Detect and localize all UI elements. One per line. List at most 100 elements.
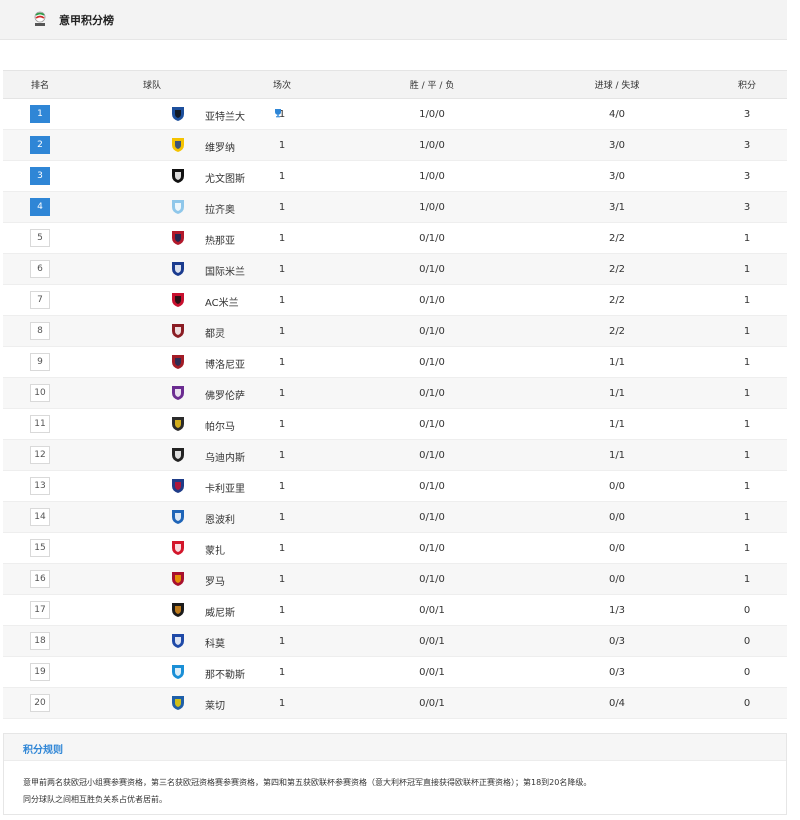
team-cell[interactable]: 拉齐奥 — [77, 191, 235, 223]
table-row[interactable]: 18 科莫 1 0/0/1 0/3 0 — [3, 625, 787, 657]
team-cell[interactable]: 那不勒斯 — [77, 656, 245, 688]
team-cell[interactable]: AC米兰 — [77, 284, 239, 316]
rank-cell: 8 — [3, 315, 77, 347]
team-cell[interactable]: 罗马 — [77, 563, 227, 595]
team-cell[interactable]: 维罗纳 — [77, 129, 235, 161]
team-name[interactable]: 恩波利 — [205, 511, 235, 526]
wdl-cell: 0/1/0 — [337, 284, 527, 316]
team-name[interactable]: 拉齐奥 — [205, 201, 235, 216]
table-row[interactable]: 5 热那亚 1 0/1/0 2/2 1 — [3, 222, 787, 254]
team-cell[interactable]: 莱切 — [77, 687, 227, 719]
team-name[interactable]: 维罗纳 — [205, 139, 235, 154]
wdl-cell: 1/0/0 — [337, 129, 527, 161]
points-cell: 0 — [707, 625, 787, 657]
team-name[interactable]: 尤文图斯 — [205, 170, 245, 185]
team-crest-icon — [172, 107, 184, 121]
table-row[interactable]: 6 国际米兰 1 0/1/0 2/2 1 — [3, 253, 787, 285]
wdl-cell: 0/1/0 — [337, 346, 527, 378]
col-header-wdl: 胜 / 平 / 负 — [337, 70, 527, 99]
points-cell: 1 — [707, 315, 787, 347]
table-row[interactable]: 12 乌迪内斯 1 0/1/0 1/1 1 — [3, 439, 787, 471]
table-row[interactable]: 20 莱切 1 0/0/1 0/4 0 — [3, 687, 787, 719]
col-header-goals: 进球 / 失球 — [527, 70, 707, 99]
table-row[interactable]: 10 佛罗伦萨 1 0/1/0 1/1 1 — [3, 377, 787, 409]
team-name[interactable]: 国际米兰 — [205, 263, 245, 278]
wdl-cell: 0/0/1 — [337, 656, 527, 688]
goals-cell: 3/1 — [527, 191, 707, 223]
rank-cell: 9 — [3, 346, 77, 378]
team-name[interactable]: 博洛尼亚 — [205, 356, 245, 371]
wdl-cell: 0/1/0 — [337, 222, 527, 254]
team-name[interactable]: 蒙扎 — [205, 542, 225, 557]
goals-cell: 0/4 — [527, 687, 707, 719]
team-cell[interactable]: 尤文图斯 — [77, 160, 245, 192]
team-name[interactable]: 乌迪内斯 — [205, 449, 245, 464]
goals-cell: 0/0 — [527, 563, 707, 595]
table-row[interactable]: 11 帕尔马 1 0/1/0 1/1 1 — [3, 408, 787, 440]
rank-badge: 6 — [30, 260, 50, 278]
team-name[interactable]: 帕尔马 — [205, 418, 235, 433]
wdl-cell: 1/0/0 — [337, 160, 527, 192]
team-cell[interactable]: 乌迪内斯 — [77, 439, 245, 471]
table-row[interactable]: 9 博洛尼亚 1 0/1/0 1/1 1 — [3, 346, 787, 378]
points-cell: 1 — [707, 439, 787, 471]
team-cell[interactable]: 博洛尼亚 — [77, 346, 245, 378]
team-name[interactable]: 亚特兰大 — [205, 108, 245, 123]
goals-cell: 3/0 — [527, 129, 707, 161]
table-row[interactable]: 4 拉齐奥 1 1/0/0 3/1 3 — [3, 191, 787, 223]
page-header: 意甲积分榜 — [0, 0, 787, 40]
team-cell[interactable]: 卡利亚里 — [77, 470, 245, 502]
rank-badge: 16 — [30, 570, 50, 588]
team-cell[interactable]: 国际米兰 — [77, 253, 245, 285]
team-name[interactable]: 威尼斯 — [205, 604, 235, 619]
team-cell[interactable]: 帕尔马 — [77, 408, 235, 440]
rank-badge: 14 — [30, 508, 50, 526]
wdl-cell: 0/1/0 — [337, 439, 527, 471]
rank-badge: 17 — [30, 601, 50, 619]
rank-cell: 7 — [3, 284, 77, 316]
rank-cell: 12 — [3, 439, 77, 471]
goals-cell: 0/0 — [527, 532, 707, 564]
goals-cell: 2/2 — [527, 315, 707, 347]
team-name[interactable]: 那不勒斯 — [205, 666, 245, 681]
team-name[interactable]: 卡利亚里 — [205, 480, 245, 495]
team-cell[interactable]: 佛罗伦萨 — [77, 377, 245, 409]
table-row[interactable]: 19 那不勒斯 1 0/0/1 0/3 0 — [3, 656, 787, 688]
team-cell[interactable]: 威尼斯 — [77, 594, 235, 626]
team-name[interactable]: 莱切 — [205, 697, 225, 712]
rank-cell: 20 — [3, 687, 77, 719]
table-row[interactable]: 8 都灵 1 0/1/0 2/2 1 — [3, 315, 787, 347]
rank-badge: 7 — [30, 291, 50, 309]
table-row[interactable]: 15 蒙扎 1 0/1/0 0/0 1 — [3, 532, 787, 564]
rank-badge: 12 — [30, 446, 50, 464]
wdl-cell: 0/0/1 — [337, 687, 527, 719]
table-row[interactable]: 7 AC米兰 1 0/1/0 2/2 1 — [3, 284, 787, 316]
team-name[interactable]: 佛罗伦萨 — [205, 387, 245, 402]
team-crest-icon — [172, 510, 184, 524]
team-name[interactable]: 热那亚 — [205, 232, 235, 247]
table-row[interactable]: 14 恩波利 1 0/1/0 0/0 1 — [3, 501, 787, 533]
table-row[interactable]: 2 维罗纳 1 1/0/0 3/0 3 — [3, 129, 787, 161]
trophy-icon — [275, 109, 281, 118]
rules-line-2: 同分球队之间相互胜负关系占优者居前。 — [23, 795, 167, 804]
team-name[interactable]: 罗马 — [205, 573, 225, 588]
points-cell: 1 — [707, 253, 787, 285]
table-row[interactable]: 16 罗马 1 0/1/0 0/0 1 — [3, 563, 787, 595]
team-crest-icon — [172, 200, 184, 214]
table-row[interactable]: 3 尤文图斯 1 1/0/0 3/0 3 — [3, 160, 787, 192]
team-cell[interactable]: 恩波利 — [77, 501, 235, 533]
points-cell: 3 — [707, 98, 787, 130]
team-cell[interactable]: 热那亚 — [77, 222, 235, 254]
team-cell[interactable]: 亚特兰大 — [77, 98, 281, 130]
table-row[interactable]: 17 威尼斯 1 0/0/1 1/3 0 — [3, 594, 787, 626]
team-crest-icon — [172, 572, 184, 586]
table-row[interactable]: 13 卡利亚里 1 0/1/0 0/0 1 — [3, 470, 787, 502]
team-name[interactable]: AC米兰 — [205, 294, 239, 309]
table-row[interactable]: 1 亚特兰大 1 1/0/0 4/0 3 — [3, 98, 787, 130]
rules-title: 积分规则 — [23, 745, 63, 756]
team-cell[interactable]: 都灵 — [77, 315, 227, 347]
team-cell[interactable]: 科莫 — [77, 625, 227, 657]
team-cell[interactable]: 蒙扎 — [77, 532, 227, 564]
team-name[interactable]: 都灵 — [205, 325, 225, 340]
team-name[interactable]: 科莫 — [205, 635, 225, 650]
